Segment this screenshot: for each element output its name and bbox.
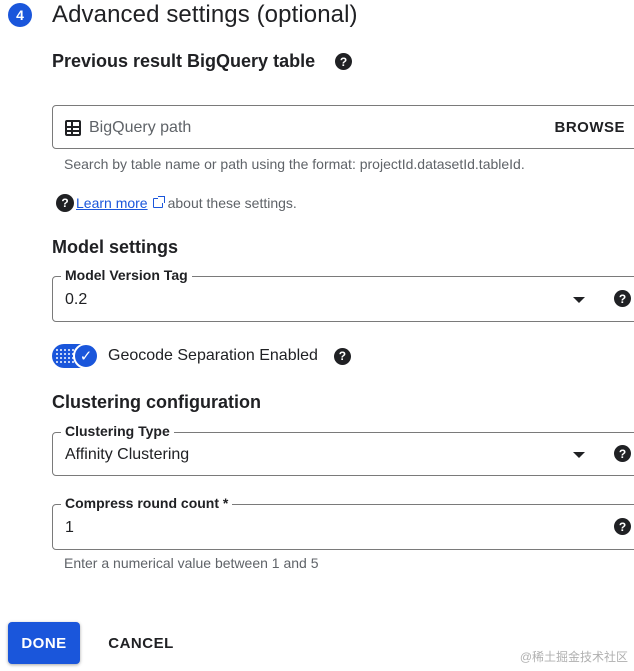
geocode-separation-toggle[interactable]: ✓ xyxy=(52,343,99,369)
clustering-heading: Clustering configuration xyxy=(52,392,261,413)
help-icon[interactable]: ? xyxy=(614,290,631,307)
step-number-badge: 4 xyxy=(8,3,32,27)
clustering-title: Clustering configuration xyxy=(52,392,261,412)
model-settings-heading: Model settings xyxy=(52,237,178,258)
help-icon: ? xyxy=(56,194,74,212)
done-button[interactable]: DONE xyxy=(8,622,80,664)
model-version-tag-select[interactable]: Model Version Tag 0.2 ? xyxy=(52,267,634,322)
check-icon: ✓ xyxy=(73,343,99,369)
cancel-button[interactable]: CANCEL xyxy=(102,622,180,664)
compress-round-count-value: 1 xyxy=(65,519,74,536)
model-version-tag-label: Model Version Tag xyxy=(61,267,192,283)
help-icon[interactable]: ? xyxy=(614,518,631,535)
model-settings-title: Model settings xyxy=(52,237,179,257)
compress-round-count-field[interactable]: Compress round count * 1 ? xyxy=(52,495,634,550)
compress-round-count-label: Compress round count * xyxy=(61,495,233,511)
watermark: @稀土掘金技术社区 xyxy=(519,650,628,664)
open-in-new-icon[interactable] xyxy=(152,196,165,208)
geocode-separation-label: Geocode Separation Enabled xyxy=(108,347,318,364)
help-icon[interactable]: ? xyxy=(335,53,353,70)
step-header: 4 Advanced settings (optional) xyxy=(8,0,358,30)
learn-more-suffix: about these settings. xyxy=(167,195,297,211)
bigquery-section-title: Previous result BigQuery table xyxy=(52,51,316,71)
model-version-tag-value: 0.2 xyxy=(65,291,88,308)
bigquery-path-field[interactable]: BigQuery path BROWSE xyxy=(52,105,634,149)
clustering-type-value: Affinity Clustering xyxy=(65,446,190,463)
clustering-type-select[interactable]: Clustering Type Affinity Clustering ? xyxy=(52,423,634,476)
browse-button[interactable]: BROWSE xyxy=(555,119,626,136)
geocode-separation-row: ✓ Geocode Separation Enabled ? xyxy=(52,343,351,369)
bigquery-hint: Search by table name or path using the f… xyxy=(64,156,525,172)
bigquery-section-label: Previous result BigQuery table ? xyxy=(52,51,353,72)
chevron-down-icon[interactable] xyxy=(573,452,585,458)
bigquery-path-placeholder: BigQuery path xyxy=(89,119,192,136)
learn-more-row: ? Learn more about these settings. xyxy=(56,194,297,212)
compress-round-count-hint: Enter a numerical value between 1 and 5 xyxy=(64,555,319,571)
help-icon[interactable]: ? xyxy=(614,445,631,462)
help-icon[interactable]: ? xyxy=(333,347,351,365)
learn-more-link[interactable]: Learn more xyxy=(76,195,148,211)
clustering-type-label: Clustering Type xyxy=(61,423,174,439)
step-title: Advanced settings (optional) xyxy=(52,1,358,28)
advanced-settings-panel: 4 Advanced settings (optional) Previous … xyxy=(0,0,634,671)
table-icon xyxy=(65,120,81,136)
chevron-down-icon[interactable] xyxy=(573,297,585,303)
